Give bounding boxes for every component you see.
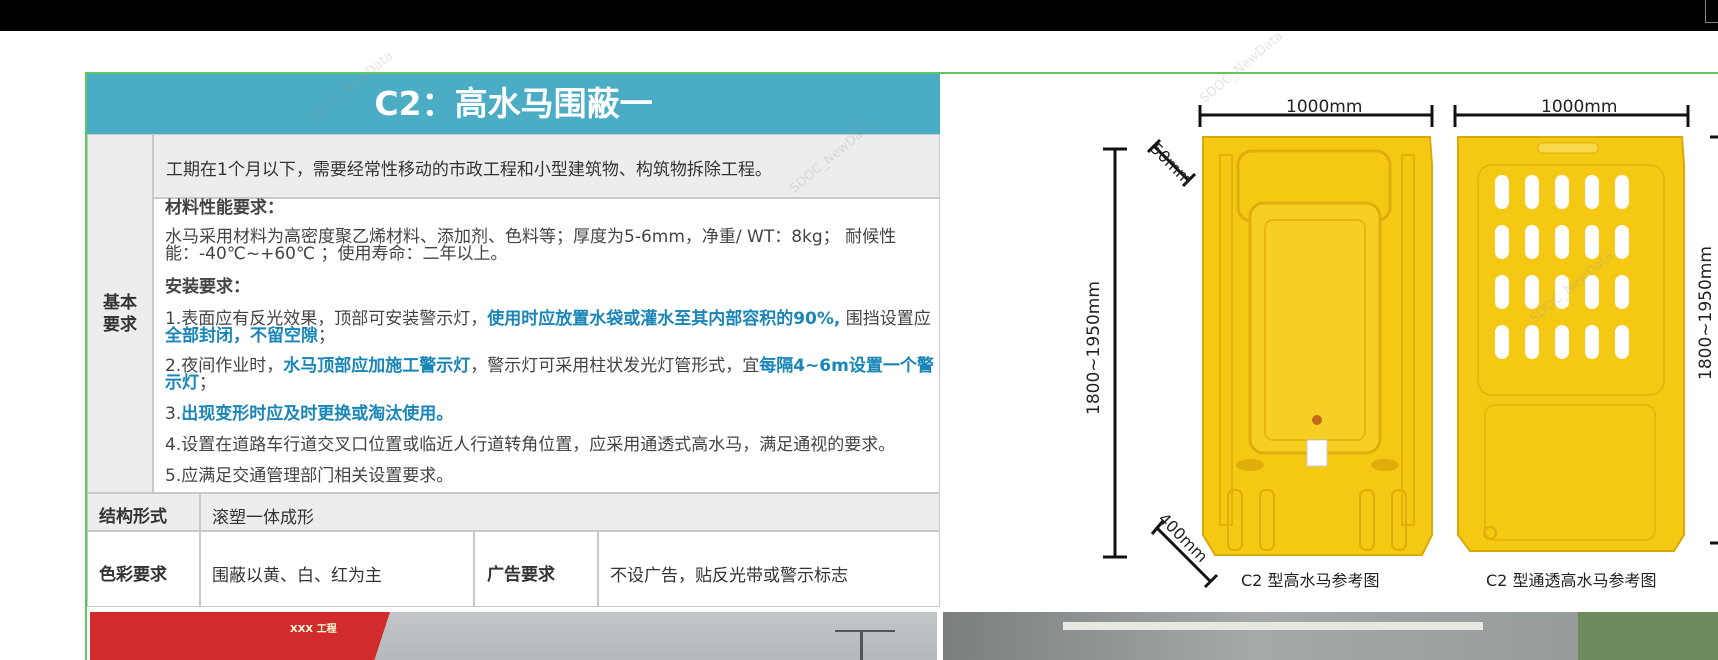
install-item-2-b: 水马顶部应加施工警示灯 [283, 356, 471, 376]
barrier-solid [1202, 136, 1433, 556]
height-label-right: 1800~1950mm [1696, 246, 1716, 380]
install-item-2-e: ； [199, 373, 216, 393]
caption-solid-barrier: C2 型高水马参考图 [1241, 571, 1380, 590]
install-item-5: 5.应满足交通管理部门相关设置要求。 [165, 466, 454, 486]
install-item-3-b: 出现变形时应及时更换或淘汰使用。 [181, 404, 454, 424]
structure-value: 滚塑一体成形 [200, 493, 940, 531]
banner-text: XXX 工程 [290, 624, 337, 635]
material-heading: 材料性能要求： [165, 198, 284, 218]
install-item-1-b: 使用时应放置水袋或灌水至其内部容积的90%, [487, 309, 841, 329]
basic-requirements-label: 基本 要求 [87, 134, 153, 493]
width-label-2: 1000mm [1541, 97, 1618, 117]
install-item-1: 1.表面应有反光效果，顶部可安装警示灯，使用时应放置水袋或灌水至其内部容积的90… [165, 311, 935, 345]
street-lamp-arm [835, 630, 895, 632]
barrier-transparent [1457, 136, 1685, 552]
color-label: 色彩要求 [87, 531, 200, 607]
install-item-4: 4.设置在道路车行道交叉口位置或临近人行道转角位置，应采用通透式高水马，满足通视… [165, 435, 896, 455]
top-black-bar [0, 0, 1718, 31]
ads-label: 广告要求 [474, 531, 598, 607]
basic-requirements-text: 基本 要求 [103, 292, 137, 335]
red-banner [90, 612, 390, 660]
color-value: 围蔽以黄、白、红为主 [200, 531, 474, 607]
install-item-2-c: ，警示灯可采用柱状发光灯管形式，宜 [470, 356, 760, 376]
site-photo-right [943, 612, 1718, 660]
ads-value: 不设广告，贴反光带或警示标志 [598, 531, 940, 607]
install-item-1-d: 全部封闭，不留空隙 [165, 326, 318, 346]
tree [1578, 612, 1718, 660]
install-item-2: 2.夜间作业时，水马顶部应加施工警示灯，警示灯可采用柱状发光灯管形式，宜每隔4~… [165, 358, 935, 392]
install-item-3-a: 3. [165, 404, 182, 424]
height-label-left: 1800~1950mm [1084, 281, 1104, 415]
install-heading: 安装要求： [165, 277, 250, 297]
structure-label: 结构形式 [87, 493, 200, 531]
install-item-3: 3.出现变形时应及时更换或淘汰使用。 [165, 406, 935, 423]
width-label-1: 1000mm [1286, 97, 1363, 117]
caption-transparent-barrier: C2 型通透高水马参考图 [1486, 571, 1657, 590]
page-title: C2：高水马围蔽一 [87, 74, 940, 134]
install-item-1-c: 围挡设置应 [840, 309, 931, 329]
install-item-1-e: ； [318, 326, 335, 346]
awning [1063, 622, 1483, 630]
site-photo-left: XXX 工程 [90, 612, 937, 660]
street-lamp-pole [860, 630, 863, 660]
material-text: 水马采用材料为高密度聚乙烯材料、添加剂、色料等；厚度为5-6mm，净重/ WT：… [165, 227, 897, 264]
barrier-diagram: 1000mm 1000mm 50mm 400mm 1800~1950mm 180… [1060, 95, 1718, 595]
corner-mark [1705, 0, 1718, 23]
